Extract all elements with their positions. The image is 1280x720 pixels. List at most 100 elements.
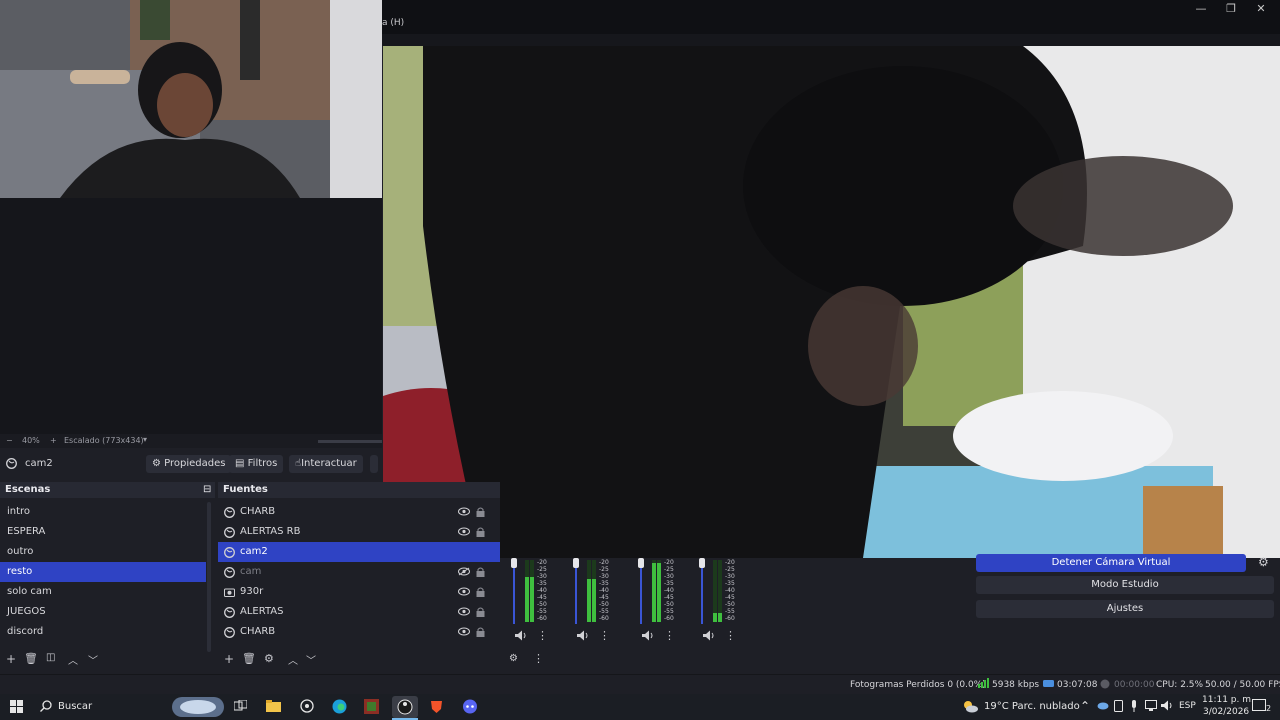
zoom-out-button[interactable]: − <box>6 436 13 445</box>
notification-icon[interactable] <box>1252 699 1266 713</box>
volume-fader[interactable] <box>640 562 642 624</box>
more-button[interactable] <box>370 455 378 473</box>
minimize-button[interactable]: — <box>1186 2 1216 15</box>
volume-fader[interactable] <box>575 562 577 624</box>
eye-icon[interactable] <box>458 587 470 596</box>
virtual-camera-button[interactable]: Detener Cámara Virtual <box>976 554 1246 572</box>
kebab-menu-icon[interactable]: ⋮ <box>725 629 736 642</box>
scene-item[interactable]: solo cam <box>0 582 215 602</box>
source-item[interactable]: ALERTAS <box>218 602 500 622</box>
kebab-menu-icon[interactable]: ⋮ <box>533 652 544 665</box>
file-explorer-icon[interactable] <box>266 700 281 712</box>
clock-date[interactable]: 3/02/2026 <box>1203 707 1249 717</box>
studio-mode-button[interactable]: Modo Estudio <box>976 576 1274 594</box>
game-app-icon[interactable] <box>364 699 379 714</box>
fader-handle[interactable] <box>638 558 644 568</box>
volume-icon[interactable] <box>515 630 527 641</box>
fader-handle[interactable] <box>511 558 517 568</box>
level-meter-fill <box>718 613 722 622</box>
lock-icon[interactable] <box>476 607 485 617</box>
language-indicator[interactable]: ESP <box>1179 701 1196 711</box>
trash-icon[interactable]: 🗑 <box>24 652 38 665</box>
source-item[interactable]: cam2 <box>218 542 500 562</box>
interact-button[interactable]: ☝Interactuar <box>289 455 363 473</box>
source-item[interactable]: ALERTAS RB <box>218 522 500 542</box>
close-button[interactable]: ✕ <box>1246 2 1276 15</box>
volume-icon[interactable] <box>1161 700 1173 711</box>
preview-canvas[interactable] <box>0 198 382 434</box>
sources-dock: Fuentes CHARB ALERTAS RB cam2 cam 930r ALERTA… <box>218 482 500 670</box>
maximize-button[interactable]: ❐ <box>1216 2 1246 15</box>
fader-handle[interactable] <box>699 558 705 568</box>
scenes-scrollbar[interactable] <box>207 502 211 652</box>
eye-icon[interactable] <box>458 607 470 616</box>
volume-fader[interactable] <box>513 562 515 624</box>
scene-item-selected[interactable]: resto <box>0 562 206 582</box>
filters-button[interactable]: ▤ Filtros <box>229 455 284 473</box>
search-icon[interactable] <box>40 700 52 712</box>
cloud-icon[interactable] <box>1097 701 1109 710</box>
zoom-in-button[interactable]: + <box>50 436 57 445</box>
gear-icon[interactable]: ⚙ <box>1258 555 1269 569</box>
task-view-icon[interactable] <box>234 700 247 712</box>
clock-time[interactable]: 11:11 p. m. <box>1202 695 1254 705</box>
volume-fader[interactable] <box>701 562 703 624</box>
filter-icon[interactable]: ◫ <box>46 652 55 663</box>
source-item[interactable]: CHARB <box>218 622 500 642</box>
scene-item[interactable]: intro <box>0 502 215 522</box>
settings-button[interactable]: Ajustes <box>976 600 1274 618</box>
properties-button[interactable]: ⚙ Propiedades <box>146 455 232 473</box>
kebab-menu-icon[interactable]: ⋮ <box>537 629 548 642</box>
weather-label[interactable]: 19°C Parc. nublado <box>984 701 1080 712</box>
add-icon[interactable]: + <box>6 652 16 666</box>
move-down-icon[interactable]: ﹀ <box>306 652 316 667</box>
scene-item[interactable]: outro <box>0 542 215 562</box>
chevron-down-icon[interactable]: ▾ <box>143 435 147 444</box>
eye-icon[interactable] <box>458 527 470 536</box>
kebab-menu-icon[interactable]: ⋮ <box>599 629 610 642</box>
chevron-up-icon[interactable]: ⌃ <box>1080 699 1090 713</box>
brave-icon[interactable] <box>429 699 444 714</box>
move-down-icon[interactable]: ﹀ <box>88 652 98 667</box>
source-item[interactable]: 930r <box>218 582 500 602</box>
trash-icon[interactable]: 🗑 <box>242 652 256 665</box>
taskbar-search-label[interactable]: Buscar <box>58 701 92 712</box>
edge-icon[interactable] <box>332 699 347 714</box>
steam-icon[interactable] <box>300 699 314 713</box>
move-up-icon[interactable]: ︿ <box>68 652 78 667</box>
lock-icon[interactable] <box>476 587 485 597</box>
meter-tick: -55 <box>599 608 609 615</box>
microphone-icon[interactable] <box>1130 700 1138 712</box>
device-icon[interactable] <box>1114 700 1123 712</box>
volume-icon[interactable] <box>577 630 589 641</box>
scene-item[interactable]: ESPERA <box>0 522 215 542</box>
lock-icon[interactable] <box>476 627 485 637</box>
scene-item[interactable]: discord <box>0 622 215 642</box>
eye-icon[interactable] <box>458 627 470 636</box>
eye-icon[interactable] <box>458 507 470 516</box>
obs-app-icon[interactable] <box>392 696 418 718</box>
volume-icon[interactable] <box>703 630 715 641</box>
volume-icon[interactable] <box>642 630 654 641</box>
preview-scrollbar[interactable] <box>318 440 382 443</box>
mixer-settings-icon[interactable]: ⚙ <box>509 653 518 664</box>
lock-icon[interactable] <box>476 527 485 537</box>
gear-icon[interactable]: ⚙ <box>264 652 274 665</box>
source-item[interactable]: CHARB <box>218 502 500 522</box>
fader-handle[interactable] <box>573 558 579 568</box>
add-icon[interactable]: + <box>224 652 234 666</box>
eye-off-icon[interactable] <box>458 567 470 576</box>
zoom-level: 40% <box>22 436 40 445</box>
menu-hint[interactable]: a (H) <box>382 18 404 28</box>
lock-icon[interactable] <box>476 507 485 517</box>
network-icon[interactable] <box>1145 700 1157 711</box>
source-item[interactable]: cam <box>218 562 500 582</box>
windows-start-icon[interactable] <box>10 700 23 713</box>
kebab-menu-icon[interactable]: ⋮ <box>664 629 675 642</box>
scene-item[interactable]: JUEGOS <box>0 602 215 622</box>
discord-icon[interactable] <box>462 699 478 714</box>
lock-icon[interactable] <box>476 567 485 577</box>
dock-menu-icon[interactable]: ⊟ <box>203 482 211 498</box>
move-up-icon[interactable]: ︿ <box>288 652 298 667</box>
meter-tick: -60 <box>599 615 609 622</box>
